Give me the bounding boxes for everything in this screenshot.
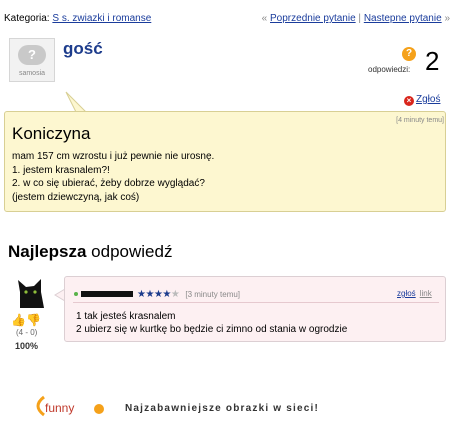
star-empty-icon: ★ xyxy=(170,289,180,300)
vote-score: (4 - 0) xyxy=(16,328,38,337)
question-body: mam 157 cm wzrostu i już pewnie nie uros… xyxy=(12,150,214,204)
footer-slogan: Najzabawniejsze obrazki w sieci! xyxy=(125,403,320,414)
best-answer-heading-bold: Najlepsza xyxy=(8,242,87,261)
star-icon: ★ xyxy=(145,289,154,300)
answer-time: [3 minuty temu] xyxy=(185,290,241,299)
funny-logo[interactable]: funny xyxy=(30,393,110,419)
report-icon: × xyxy=(404,96,414,106)
answer-line: 1 tak jesteś krasnalem xyxy=(76,311,176,322)
next-question-link[interactable]: Nastepne pytanie xyxy=(364,13,442,24)
category: Kategoria: S s. zwiazki i romanse xyxy=(4,13,151,24)
vote-buttons: 👍👎 xyxy=(11,313,41,327)
prev-arrow: « xyxy=(261,13,268,24)
question-line: 1. jestem krasnalem?! xyxy=(12,164,110,176)
answer-meta: ★★★★★ [3 minuty temu] xyxy=(74,289,240,300)
question-line: mam 157 cm wzrostu i już pewnie nie uros… xyxy=(12,151,215,162)
answers-count: 2 xyxy=(425,46,440,76)
answers-icon: ? xyxy=(402,47,416,61)
avatar-brand: samosia xyxy=(18,70,46,77)
answer-author-redacted[interactable] xyxy=(81,291,133,297)
online-status-icon xyxy=(74,292,78,296)
next-arrow: » xyxy=(444,13,450,24)
rating-stars: ★★★★★ xyxy=(137,289,180,300)
best-answer-heading: Najlepsza odpowiedź xyxy=(8,242,172,262)
question-title: Koniczyna xyxy=(12,124,91,143)
answer-links: zgłoś link xyxy=(397,289,432,298)
report-link[interactable]: Zgłoś xyxy=(416,94,440,105)
question-time: [4 minuty temu] xyxy=(396,117,444,124)
answer-permalink[interactable]: link xyxy=(420,289,432,298)
question-line: 2. w co się ubierać, żeby dobrze wygląda… xyxy=(12,178,205,189)
answer-report-link[interactable]: zgłoś xyxy=(397,289,416,298)
question-line: (jestem dziewczyną, jak coś) xyxy=(12,191,140,203)
category-label: Kategoria: xyxy=(4,13,50,24)
thumb-up-icon[interactable]: 👍 xyxy=(11,313,26,327)
question-author[interactable]: gość xyxy=(63,39,103,59)
answer-line: 2 ubierz się w kurtkę bo będzie ci zimno… xyxy=(76,324,348,335)
avatar: ? samosia xyxy=(9,38,55,82)
answer-divider xyxy=(73,302,439,303)
logo-text: funny xyxy=(45,401,74,415)
category-link[interactable]: S s. zwiazki i romanse xyxy=(52,13,151,24)
prev-question-link[interactable]: Poprzednie pytanie xyxy=(270,13,356,24)
question-nav: « Poprzednie pytanie | Nastepne pytanie … xyxy=(262,13,450,24)
report-question[interactable]: × Zgłoś xyxy=(404,94,440,106)
answer-body: 1 tak jesteś krasnalem 2 ubierz się w ku… xyxy=(76,310,347,336)
answers-label: odpowiedzi: xyxy=(368,65,411,74)
vote-percent: 100% xyxy=(15,341,39,351)
thumb-down-icon[interactable]: 👎 xyxy=(26,313,41,327)
question-mark-glyph: ? xyxy=(28,47,36,62)
best-answer-heading-rest: odpowiedź xyxy=(86,242,173,261)
cat-avatar[interactable] xyxy=(14,274,48,308)
star-half-icon: ★ xyxy=(162,289,171,300)
nav-separator: | xyxy=(358,13,362,24)
